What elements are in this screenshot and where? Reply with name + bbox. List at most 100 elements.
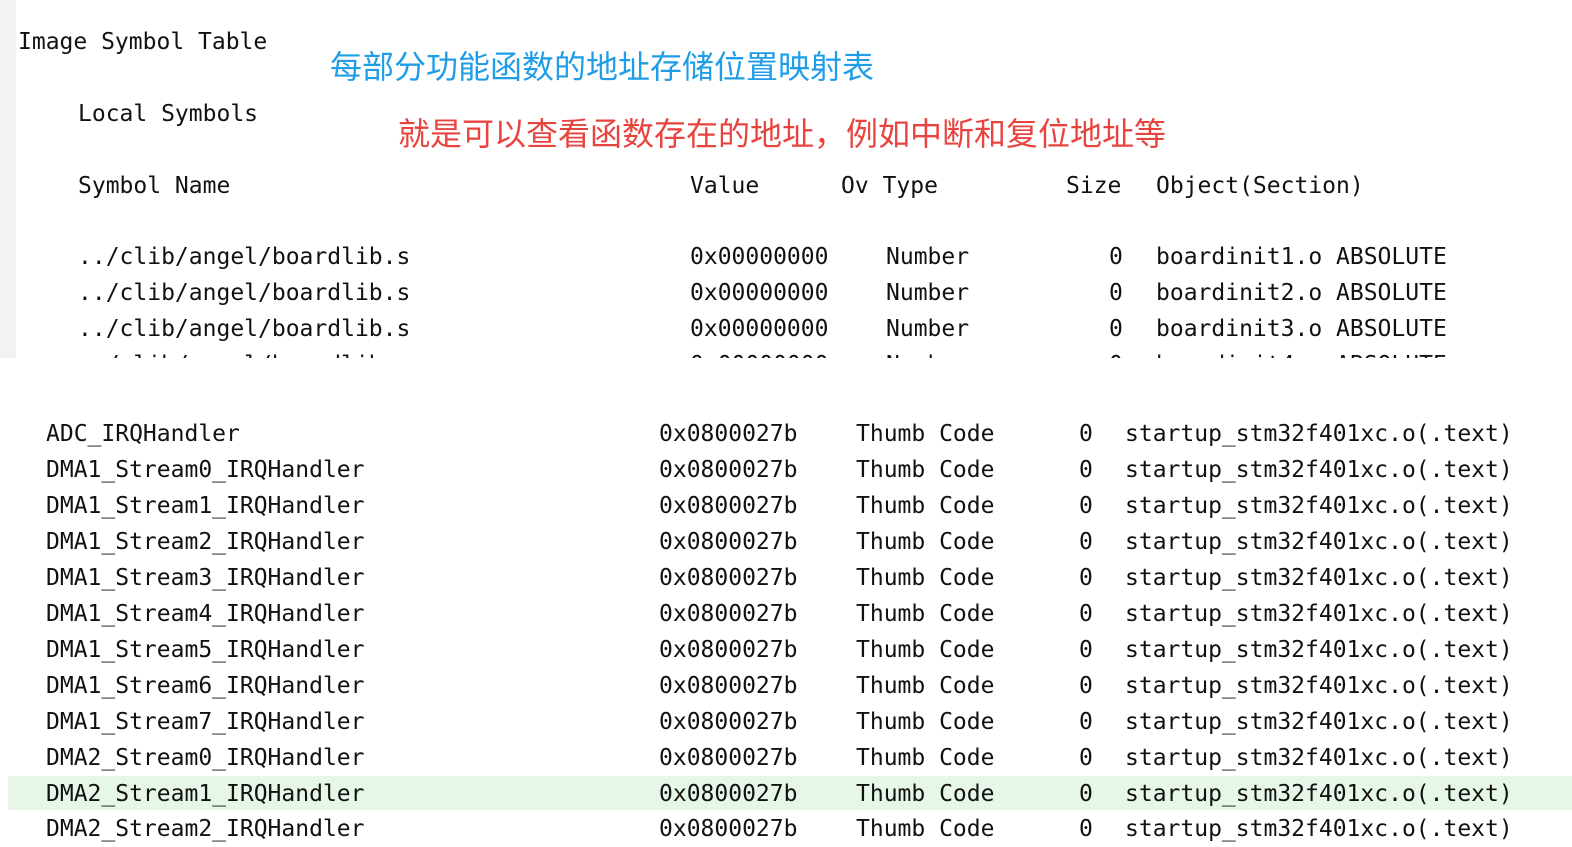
symbol-type: Number	[886, 347, 969, 358]
symbol-object: startup_stm32f401xc.o(.text)	[1125, 781, 1513, 807]
header-value: Value	[690, 173, 760, 199]
symbol-size: 0	[1079, 601, 1093, 627]
symbol-object: startup_stm32f401xc.o(.text)	[1125, 457, 1513, 483]
symbol-name: DMA2_Stream1_IRQHandler	[46, 781, 365, 807]
symbol-value: 0x0800027b	[659, 816, 798, 842]
symbol-type: Thumb Code	[856, 709, 995, 735]
symbol-table-title: Image Symbol Table	[18, 29, 268, 55]
symbol-value: 0x0800027b	[659, 421, 798, 447]
symbol-name: DMA1_Stream7_IRQHandler	[46, 709, 365, 735]
symbol-object: boardinit4.o ABSOLUTE	[1156, 347, 1447, 358]
symbol-object: startup_stm32f401xc.o(.text)	[1125, 421, 1513, 447]
symbol-table-top-panel: Image Symbol Table Local Symbols 每部分功能函数…	[0, 0, 1572, 358]
symbol-size: 0	[1079, 493, 1093, 519]
symbol-name: DMA1_Stream0_IRQHandler	[46, 457, 365, 483]
header-symbol-name: Symbol Name	[78, 173, 231, 199]
symbol-value: 0x0800027b	[659, 781, 798, 807]
symbol-value: 0x00000000	[690, 244, 829, 270]
symbol-size: 0	[1079, 816, 1093, 842]
table-row[interactable]: DMA1_Stream0_IRQHandler 0x0800027b Thumb…	[0, 452, 1572, 488]
symbol-size: 0	[1079, 745, 1093, 771]
table-row[interactable]: DMA1_Stream7_IRQHandler 0x0800027b Thumb…	[0, 704, 1572, 740]
symbol-name: DMA1_Stream1_IRQHandler	[46, 493, 365, 519]
table-row: ../clib/angel/boardlib.s 0x00000000 Numb…	[0, 239, 1572, 275]
symbol-object: startup_stm32f401xc.o(.text)	[1125, 529, 1513, 555]
symbol-size: 0	[1079, 457, 1093, 483]
symbol-type: Thumb Code	[856, 457, 995, 483]
symbol-value: 0x00000000	[690, 347, 828, 358]
symbol-value: 0x0800027b	[659, 673, 798, 699]
symbol-size: 0	[1109, 280, 1123, 306]
symbol-type: Thumb Code	[856, 565, 995, 591]
table-row[interactable]: DMA2_Stream2_IRQHandler 0x0800027b Thumb…	[0, 811, 1572, 847]
column-header-row: Symbol Name Value Ov Type Size Object(Se…	[0, 168, 1572, 204]
symbol-object: startup_stm32f401xc.o(.text)	[1125, 637, 1513, 663]
symbol-value: 0x0800027b	[659, 529, 798, 555]
table-row[interactable]: DMA1_Stream3_IRQHandler 0x0800027b Thumb…	[0, 560, 1572, 596]
symbol-name: ../clib/angel/boardlib.s	[78, 347, 410, 358]
symbol-name: DMA1_Stream5_IRQHandler	[46, 637, 365, 663]
symbol-type: Thumb Code	[856, 781, 995, 807]
symbol-value: 0x00000000	[690, 280, 829, 306]
symbol-name: ../clib/angel/boardlib.s	[78, 244, 411, 270]
symbol-name: DMA1_Stream2_IRQHandler	[46, 529, 365, 555]
symbol-name: DMA2_Stream0_IRQHandler	[46, 745, 365, 771]
table-row[interactable]: DMA1_Stream6_IRQHandler 0x0800027b Thumb…	[0, 668, 1572, 704]
symbol-value: 0x00000000	[690, 316, 829, 342]
symbol-size: 0	[1109, 244, 1123, 270]
symbol-type: Number	[886, 316, 970, 342]
symbol-value: 0x0800027b	[659, 637, 798, 663]
symbol-type: Number	[886, 280, 970, 306]
symbol-object: startup_stm32f401xc.o(.text)	[1125, 601, 1513, 627]
header-object: Object(Section)	[1156, 173, 1364, 199]
symbol-size: 0	[1079, 709, 1093, 735]
symbol-value: 0x0800027b	[659, 565, 798, 591]
table-row[interactable]: DMA2_Stream0_IRQHandler 0x0800027b Thumb…	[0, 740, 1572, 776]
table-row[interactable]: ADC_IRQHandler 0x0800027b Thumb Code 0 s…	[0, 416, 1572, 452]
symbol-size: 0	[1079, 529, 1093, 555]
table-row-partial: ../clib/angel/boardlib.s 0x00000000 Numb…	[0, 347, 1572, 358]
table-row: ../clib/angel/boardlib.s 0x00000000 Numb…	[0, 311, 1572, 347]
symbol-value: 0x0800027b	[659, 745, 798, 771]
symbol-size: 0	[1079, 673, 1093, 699]
symbol-object: startup_stm32f401xc.o(.text)	[1125, 745, 1513, 771]
symbol-type: Thumb Code	[856, 529, 995, 555]
symbol-type: Thumb Code	[856, 673, 995, 699]
header-size: Size	[1066, 173, 1122, 199]
symbol-object: startup_stm32f401xc.o(.text)	[1125, 709, 1513, 735]
header-ov-type: Ov Type	[841, 173, 938, 199]
local-symbols-heading: Local Symbols	[78, 101, 259, 127]
symbol-name: ../clib/angel/boardlib.s	[78, 280, 411, 306]
symbol-type: Thumb Code	[856, 601, 995, 627]
symbol-name: ../clib/angel/boardlib.s	[78, 316, 411, 342]
symbol-object: startup_stm32f401xc.o(.text)	[1125, 493, 1513, 519]
symbol-size: 0	[1109, 316, 1123, 342]
symbol-size: 0	[1079, 781, 1093, 807]
symbol-name: DMA1_Stream6_IRQHandler	[46, 673, 365, 699]
symbol-type: Number	[886, 244, 970, 270]
annotation-red: 就是可以查看函数存在的地址，例如中断和复位地址等	[398, 115, 1167, 153]
symbol-object: startup_stm32f401xc.o(.text)	[1125, 565, 1513, 591]
symbol-value: 0x0800027b	[659, 601, 798, 627]
symbol-type: Thumb Code	[856, 816, 995, 842]
symbol-size: 0	[1079, 637, 1093, 663]
symbol-type: Thumb Code	[856, 493, 995, 519]
table-row-highlighted[interactable]: DMA2_Stream1_IRQHandler 0x0800027b Thumb…	[0, 776, 1572, 812]
symbol-object: boardinit2.o ABSOLUTE	[1156, 280, 1447, 306]
symbol-name: DMA1_Stream3_IRQHandler	[46, 565, 365, 591]
symbol-object: startup_stm32f401xc.o(.text)	[1125, 673, 1513, 699]
table-row: ../clib/angel/boardlib.s 0x00000000 Numb…	[0, 275, 1572, 311]
symbol-type: Thumb Code	[856, 745, 995, 771]
symbol-size: 0	[1079, 421, 1093, 447]
symbol-name: DMA2_Stream2_IRQHandler	[46, 816, 365, 842]
symbol-size: 0	[1079, 565, 1093, 591]
symbol-object: boardinit3.o ABSOLUTE	[1156, 316, 1447, 342]
table-row[interactable]: DMA1_Stream2_IRQHandler 0x0800027b Thumb…	[0, 524, 1572, 560]
symbol-size: 0	[1109, 347, 1123, 358]
table-row[interactable]: DMA1_Stream1_IRQHandler 0x0800027b Thumb…	[0, 488, 1572, 524]
annotation-blue: 每部分功能函数的地址存储位置映射表	[330, 48, 875, 86]
table-row[interactable]: DMA1_Stream5_IRQHandler 0x0800027b Thumb…	[0, 632, 1572, 668]
symbol-value: 0x0800027b	[659, 457, 798, 483]
symbol-object: startup_stm32f401xc.o(.text)	[1125, 816, 1513, 842]
table-row[interactable]: DMA1_Stream4_IRQHandler 0x0800027b Thumb…	[0, 596, 1572, 632]
